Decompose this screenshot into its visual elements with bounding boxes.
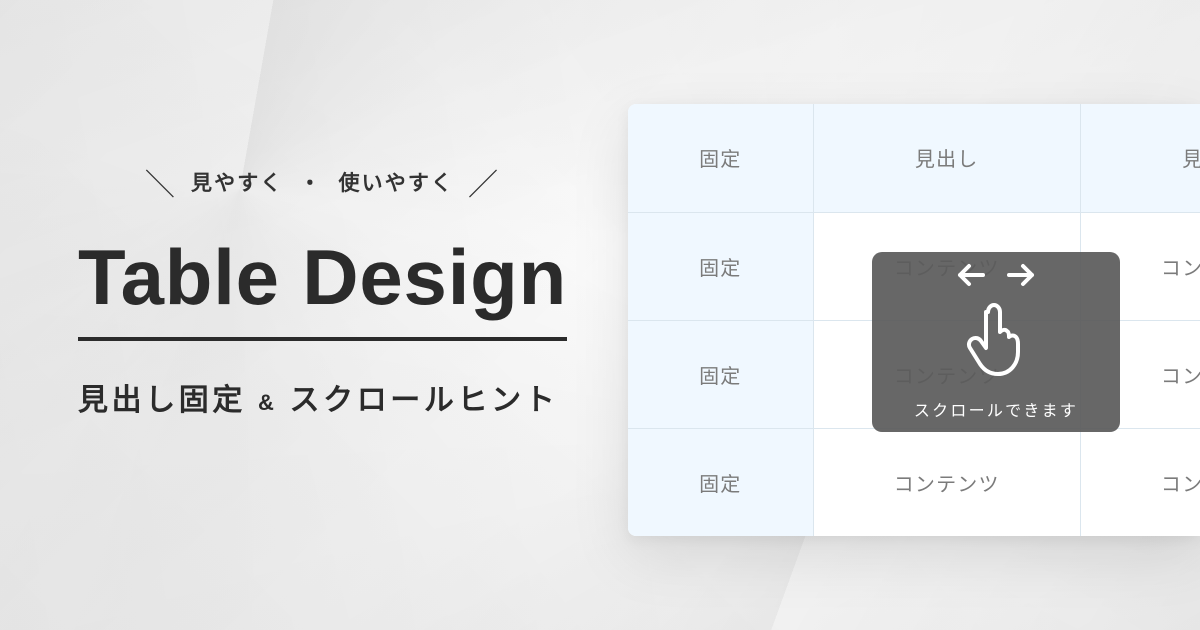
subtitle: 見出し固定 & スクロールヒント [78,375,567,419]
main-title: Table Design [78,232,567,341]
subtitle-ampersand: & [258,390,278,416]
table-cell: コンテンツ [1080,428,1200,536]
col-header: 見出し [1080,104,1200,212]
table-row: 固定 コンテンツ コンテンツ [628,428,1200,536]
row-header: 固定 [628,428,813,536]
tagline-text-a: 見やすく [191,167,283,197]
slash-right-icon: ／ [468,160,500,204]
col-header: 見出し [813,104,1080,212]
arrow-left-icon [957,263,985,292]
subtitle-part-b: スクロールヒント [290,375,559,419]
tagline: ＼ 見やすく ・ 使いやすく ／ [78,160,567,204]
arrow-right-icon [1007,263,1035,292]
slash-left-icon: ＼ [145,160,177,204]
fixed-col-header: 固定 [628,104,813,212]
hand-swipe-icon [964,300,1028,383]
table-header-row: 固定 見出し 見出し [628,104,1200,212]
row-header: 固定 [628,212,813,320]
scroll-hint-overlay: スクロールできます [872,252,1120,432]
subtitle-part-a: 見出し固定 [78,375,246,419]
table-preview-card: 固定 見出し 見出し 固定 コンテンツ コンテンツ 固定 コンテンツ コンテンツ… [628,104,1200,536]
table-cell: コンテンツ [813,428,1080,536]
title-block: ＼ 見やすく ・ 使いやすく ／ Table Design 見出し固定 & スク… [78,160,567,419]
hint-label: スクロールできます [914,397,1078,421]
tagline-text-b: 使いやすく [339,167,455,197]
hint-arrows [957,263,1035,292]
row-header: 固定 [628,320,813,428]
tagline-separator-dot: ・ [299,167,322,197]
